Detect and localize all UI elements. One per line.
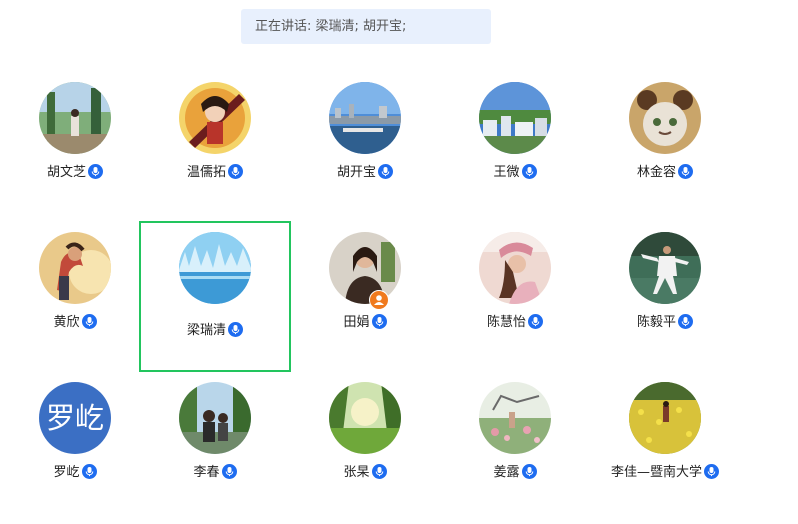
participant-tile[interactable]: 胡开宝 bbox=[290, 74, 440, 224]
participant-tile[interactable]: 张杲 bbox=[290, 374, 440, 524]
participant-name: 陈慧怡 bbox=[486, 315, 526, 330]
participant-tile[interactable]: 温儒拓 bbox=[140, 74, 290, 224]
participant-tile[interactable]: 姜露 bbox=[440, 374, 590, 524]
microphone-icon[interactable] bbox=[704, 464, 719, 479]
avatar bbox=[479, 82, 551, 154]
participant-tile[interactable]: 陈毅平 bbox=[590, 224, 740, 374]
participant-tile-selected[interactable]: 梁瑞清 bbox=[139, 221, 291, 372]
participant-name: 陈毅平 bbox=[636, 315, 676, 330]
avatar bbox=[629, 232, 701, 304]
avatar bbox=[629, 382, 701, 454]
avatar bbox=[329, 232, 401, 304]
microphone-icon[interactable] bbox=[378, 164, 393, 179]
microphone-icon[interactable] bbox=[81, 314, 97, 329]
participant-tile[interactable]: 胡文芝 bbox=[0, 74, 150, 224]
participant-name: 姜露 bbox=[493, 465, 520, 480]
participant-tile[interactable]: 黄欣 bbox=[0, 224, 150, 374]
participant-tile[interactable]: 李佳—暨南大学 bbox=[590, 374, 740, 524]
microphone-icon[interactable] bbox=[81, 464, 97, 479]
microphone-icon[interactable] bbox=[371, 314, 387, 329]
participant-name: 李春 bbox=[193, 465, 220, 480]
avatar bbox=[179, 232, 251, 304]
avatar bbox=[329, 382, 401, 454]
avatar bbox=[479, 382, 551, 454]
avatar bbox=[39, 232, 111, 304]
avatar bbox=[179, 382, 251, 454]
avatar bbox=[629, 82, 701, 154]
microphone-icon[interactable] bbox=[228, 164, 243, 179]
avatar-text: 罗屹 bbox=[39, 382, 111, 454]
participant-tile[interactable]: 罗屹 罗屹 bbox=[0, 374, 150, 524]
avatar bbox=[179, 82, 251, 154]
participant-name: 胡开宝 bbox=[336, 165, 376, 180]
participant-name: 张杲 bbox=[343, 465, 370, 480]
microphone-icon[interactable] bbox=[88, 164, 103, 179]
participant-name: 王微 bbox=[493, 165, 520, 180]
participant-name: 梁瑞清 bbox=[186, 323, 226, 338]
participant-tile[interactable]: 李春 bbox=[140, 374, 290, 524]
microphone-icon[interactable] bbox=[528, 314, 543, 329]
microphone-icon[interactable] bbox=[678, 164, 693, 179]
participant-name: 温儒拓 bbox=[186, 165, 226, 180]
microphone-icon[interactable] bbox=[221, 464, 237, 479]
microphone-icon[interactable] bbox=[521, 464, 537, 479]
microphone-icon[interactable] bbox=[371, 464, 387, 479]
avatar bbox=[329, 82, 401, 154]
avatar bbox=[39, 82, 111, 154]
participant-name: 林金容 bbox=[636, 165, 676, 180]
microphone-icon[interactable] bbox=[228, 322, 243, 337]
participant-name: 罗屹 bbox=[53, 465, 80, 480]
participant-tile[interactable]: 田娟 bbox=[290, 224, 440, 374]
participant-grid: 胡文芝 温儒拓 胡开宝 王微 林金容 黄欣 梁瑞清 田娟 陈慧怡 陈毅平 罗屹 … bbox=[0, 0, 798, 524]
participant-name: 田娟 bbox=[343, 315, 370, 330]
avatar bbox=[479, 232, 551, 304]
host-badge bbox=[369, 290, 389, 310]
participant-tile[interactable]: 林金容 bbox=[590, 74, 740, 224]
participant-name: 黄欣 bbox=[53, 315, 80, 330]
participant-name: 胡文芝 bbox=[46, 165, 86, 180]
microphone-icon[interactable] bbox=[678, 314, 693, 329]
participant-tile[interactable]: 王微 bbox=[440, 74, 590, 224]
participant-tile[interactable]: 陈慧怡 bbox=[440, 224, 590, 374]
participant-name: 李佳—暨南大学 bbox=[610, 465, 702, 480]
microphone-icon[interactable] bbox=[521, 164, 537, 179]
